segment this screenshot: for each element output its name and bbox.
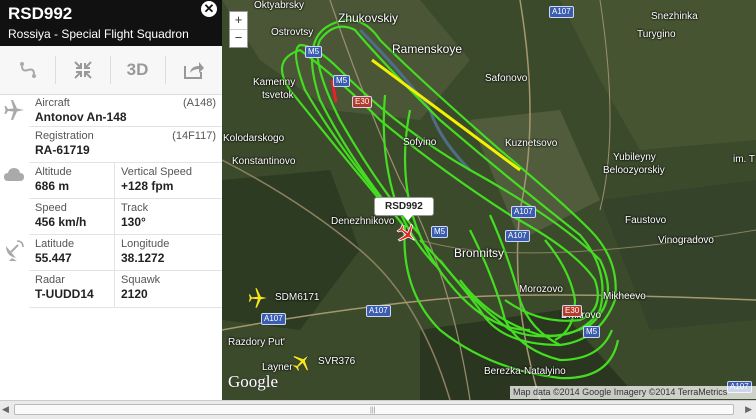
place-label: Konstantinovo (232, 156, 296, 167)
place-label: Sofyino (403, 137, 437, 148)
track-label: Track (121, 202, 149, 214)
scroll-left-arrow-icon[interactable]: ◀ (2, 404, 9, 415)
collapse-icon (73, 61, 92, 79)
speed-label: Speed (35, 202, 67, 214)
longitude-label: Longitude (121, 238, 170, 250)
place-label: Beloozyorskiy (603, 165, 665, 176)
latitude-label: Latitude (35, 238, 75, 250)
radar-row: Radar T-UUDD14 Squawk 2120 (29, 271, 222, 308)
aircraft-marker[interactable] (290, 350, 314, 374)
share-button[interactable] (166, 56, 221, 84)
road-shield: M5 (431, 226, 449, 238)
place-label: Berezka-Natalyino (484, 366, 566, 377)
radar-dish-icon (6, 240, 24, 261)
zoom-control[interactable]: + − (229, 11, 248, 48)
airplane-icon (4, 100, 24, 120)
place-label: Safonovo (485, 73, 528, 84)
place-label: Zhukovskiy (338, 11, 399, 25)
share-icon (183, 62, 204, 79)
road-shield: M5 (305, 46, 323, 58)
aircraft-label[interactable]: SVR376 (318, 356, 355, 367)
road-shield: E30 (562, 305, 583, 317)
road-shield: M5 (583, 326, 601, 338)
road-shield: M5 (333, 75, 351, 87)
road-shield: A107 (511, 206, 536, 218)
airline-name: Rossiya - Special Flight Squadron (8, 27, 189, 41)
cloud-icon (4, 168, 24, 181)
vertical-speed-label: Vertical Speed (121, 166, 192, 178)
selected-aircraft-marker[interactable] (395, 222, 419, 246)
place-label: Yubileyny (613, 152, 656, 163)
registration-value: RA-61719 (35, 143, 90, 157)
latitude-value: 55.447 (35, 251, 72, 265)
place-label: Razdory Put' (228, 337, 285, 348)
radar-label: Radar (35, 274, 65, 286)
place-label: Denezhnikovo (331, 216, 395, 227)
place-label: tsvetok (262, 90, 294, 101)
place-label: Morozovo (519, 284, 563, 295)
aircraft-code: (A148) (182, 97, 216, 109)
google-logo: Google (228, 372, 279, 391)
place-label: Kamenny (253, 77, 296, 88)
speed-row: Speed 456 km/h Track 130° (29, 199, 222, 235)
aircraft-label[interactable]: SDM6171 (275, 292, 319, 303)
place-label: Faustovo (625, 215, 667, 226)
squawk-value: 2120 (121, 287, 148, 301)
place-label: Vinogradovo (658, 235, 714, 246)
scrollbar-grip-icon: ||| (370, 407, 376, 414)
selected-flight-label[interactable]: RSD992 (374, 197, 434, 221)
place-label: Mikheevo (603, 291, 646, 302)
place-label: im. T (733, 154, 756, 165)
road-shield: A107 (261, 313, 286, 325)
aircraft-row: Aircraft Antonov An-148 (A148) (29, 94, 222, 127)
road-shield: E30 (352, 96, 373, 108)
vertical-speed-value: +128 fpm (121, 179, 174, 193)
road-shield: A107 (366, 305, 391, 317)
registration-row: Registration RA-61719 (14F117) (29, 127, 222, 163)
scroll-right-arrow-icon[interactable]: ▶ (745, 404, 752, 415)
map-attribution[interactable]: Map data ©2014 Google Imagery ©2014 Terr… (510, 386, 756, 399)
road-shield: A107 (549, 6, 574, 18)
zoom-out-button[interactable]: − (230, 29, 247, 47)
view-3d-button[interactable]: 3D (110, 56, 165, 84)
position-row: Latitude 55.447 Longitude 38.1272 (29, 235, 222, 271)
route-icon (19, 62, 36, 78)
route-button[interactable] (0, 56, 55, 84)
place-label: Bronnitsy (454, 246, 505, 260)
panel-header: RSD992 Rossiya - Special Flight Squadron… (0, 0, 222, 46)
altitude-value: 686 m (35, 179, 70, 193)
fullscreen-button[interactable] (55, 56, 110, 84)
place-label: Kuznetsovo (505, 138, 558, 149)
place-label: Oktyabrsky (254, 0, 305, 11)
place-label: Turygino (637, 29, 676, 40)
scrollbar-thumb[interactable]: ||| (14, 404, 734, 415)
speed-value: 456 km/h (35, 215, 87, 229)
radar-value: T-UUDD14 (35, 287, 94, 301)
flight-callsign: RSD992 (8, 4, 73, 23)
road-shield: A107 (505, 230, 530, 242)
aircraft-marker[interactable] (246, 286, 270, 310)
panel-toolbar: 3D (0, 46, 222, 95)
place-label: Kolodarskogo (223, 133, 285, 144)
place-label: Snezhinka (651, 11, 698, 22)
aircraft-value: Antonov An-148 (35, 110, 127, 124)
registration-code: (14F117) (172, 130, 216, 142)
place-label: Ostrovtsy (271, 27, 314, 38)
altitude-label: Altitude (35, 166, 72, 178)
close-button[interactable]: ✕ (201, 1, 217, 17)
zoom-in-button[interactable]: + (230, 12, 247, 29)
horizontal-scrollbar[interactable]: ◀ ||| ▶ (0, 400, 756, 419)
place-label: Ramenskoye (392, 42, 463, 56)
longitude-value: 38.1272 (121, 251, 165, 265)
altitude-row: Altitude 686 m Vertical Speed +128 fpm (29, 163, 222, 199)
flight-info-panel: RSD992 Rossiya - Special Flight Squadron… (0, 0, 222, 400)
squawk-label: Squawk (121, 274, 161, 286)
track-value: 130° (121, 215, 146, 229)
